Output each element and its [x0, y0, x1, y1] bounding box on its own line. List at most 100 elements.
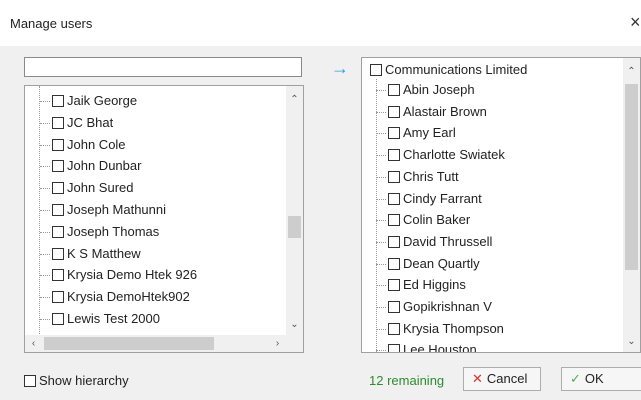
- user-checkbox[interactable]: [52, 247, 64, 260]
- close-icon[interactable]: ×: [630, 12, 641, 33]
- user-checkbox[interactable]: [388, 257, 400, 270]
- tree-branch: [376, 90, 386, 91]
- ok-button[interactable]: ✓ OK: [561, 367, 641, 391]
- tree-branch: [376, 263, 386, 265]
- user-row[interactable]: K S Matthew: [52, 243, 141, 264]
- ok-label: OK: [584, 371, 604, 386]
- tree-branch: [376, 176, 386, 178]
- cancel-label: Cancel: [486, 371, 528, 386]
- user-row[interactable]: Chris Tutt: [388, 166, 459, 187]
- tree-branch: [40, 144, 50, 146]
- vertical-scrollbar[interactable]: ⌃ ⌄: [623, 58, 640, 352]
- user-label: Krysia Demo Htek 926: [67, 267, 198, 283]
- user-row[interactable]: Krysia Demo Htek 926: [52, 264, 197, 285]
- user-row[interactable]: Joseph Thomas: [52, 221, 159, 242]
- tree-branch: [376, 111, 386, 113]
- user-checkbox[interactable]: [388, 322, 400, 335]
- user-checkbox[interactable]: [52, 116, 64, 129]
- user-row[interactable]: Amy Earl: [388, 122, 456, 143]
- scroll-thumb[interactable]: [288, 216, 301, 238]
- user-label: Jaik George: [67, 93, 138, 108]
- user-label: Alastair Brown: [403, 103, 487, 119]
- tree-branch: [40, 101, 50, 102]
- user-checkbox[interactable]: [388, 127, 400, 140]
- group-checkbox[interactable]: [370, 64, 382, 76]
- scroll-up-icon[interactable]: ⌃: [286, 94, 303, 105]
- tree-branch: [376, 328, 386, 330]
- selected-users-list[interactable]: Communications Limited Abin Joseph Alasta…: [361, 57, 641, 353]
- user-row[interactable]: Gopikrishnan V: [388, 296, 492, 317]
- user-checkbox[interactable]: [388, 105, 400, 118]
- tree-branch: [40, 275, 50, 277]
- tree-branch: [40, 319, 50, 320]
- user-checkbox[interactable]: [388, 84, 400, 96]
- user-row[interactable]: Lewis Test 2000: [52, 308, 160, 329]
- user-checkbox[interactable]: [52, 204, 64, 216]
- user-checkbox[interactable]: [52, 160, 64, 173]
- search-input[interactable]: [24, 57, 302, 77]
- user-checkbox[interactable]: [52, 95, 64, 107]
- scroll-up-icon[interactable]: ⌃: [623, 66, 640, 77]
- user-checkbox[interactable]: [52, 313, 64, 325]
- user-checkbox[interactable]: [388, 279, 400, 292]
- user-checkbox[interactable]: [388, 301, 400, 313]
- user-checkbox[interactable]: [52, 269, 64, 282]
- show-hierarchy-checkbox[interactable]: [24, 375, 36, 387]
- user-row[interactable]: John Dunbar: [52, 155, 141, 176]
- user-row[interactable]: Lee Houston: [388, 339, 477, 353]
- user-row[interactable]: Colin Baker: [388, 209, 470, 230]
- user-checkbox[interactable]: [388, 235, 400, 248]
- tree-branch: [376, 307, 386, 308]
- user-checkbox[interactable]: [388, 149, 400, 162]
- tree-branch: [376, 133, 386, 135]
- horizontal-scrollbar[interactable]: ‹ ›: [25, 335, 303, 352]
- user-row[interactable]: Dean Quartly: [388, 253, 480, 274]
- transfer-arrow-icon[interactable]: →: [331, 58, 349, 79]
- user-checkbox[interactable]: [52, 291, 64, 304]
- show-hierarchy-label: Show hierarchy: [39, 373, 129, 388]
- scroll-thumb[interactable]: [44, 337, 214, 350]
- user-row[interactable]: Charlotte Swiatek: [388, 144, 505, 165]
- show-hierarchy-toggle[interactable]: Show hierarchy: [24, 373, 129, 388]
- scroll-right-icon[interactable]: ›: [269, 335, 286, 352]
- user-checkbox[interactable]: [52, 138, 64, 151]
- group-row[interactable]: Communications Limited: [370, 59, 527, 80]
- user-label: Lee Houston: [403, 342, 477, 353]
- tree-branch: [40, 188, 50, 190]
- user-row[interactable]: Alastair Brown: [388, 101, 487, 122]
- user-checkbox[interactable]: [388, 170, 400, 183]
- tree-branch: [40, 297, 50, 299]
- user-row[interactable]: David Thrussell: [388, 231, 492, 252]
- user-row[interactable]: Ed Higgins: [388, 274, 466, 295]
- user-checkbox[interactable]: [388, 214, 400, 227]
- user-row[interactable]: Jaik George: [52, 90, 137, 111]
- cancel-button[interactable]: ✕ Cancel: [463, 367, 541, 391]
- user-checkbox[interactable]: [52, 182, 64, 195]
- user-row[interactable]: John Sured: [52, 177, 134, 198]
- vertical-scrollbar[interactable]: ⌃ ⌄: [286, 86, 303, 335]
- user-checkbox[interactable]: [388, 344, 400, 352]
- user-label: John Dunbar: [67, 158, 142, 174]
- user-row[interactable]: Cindy Farrant: [388, 188, 482, 209]
- user-row[interactable]: Krysia DemoHtek902: [52, 286, 190, 307]
- scroll-thumb[interactable]: [625, 84, 638, 270]
- user-label: Charlotte Swiatek: [403, 147, 505, 163]
- user-label: Lewis Test 2000: [67, 311, 160, 326]
- user-row[interactable]: Joseph Mathunni: [52, 199, 166, 220]
- user-row[interactable]: Krysia Thompson: [388, 318, 504, 339]
- tree-branch: [40, 210, 50, 211]
- user-row[interactable]: John Cole: [52, 134, 126, 155]
- user-checkbox[interactable]: [52, 225, 64, 238]
- scroll-left-icon[interactable]: ‹: [25, 335, 42, 352]
- user-checkbox[interactable]: [388, 192, 400, 205]
- tree-branch: [376, 285, 386, 287]
- user-row[interactable]: Abin Joseph: [388, 79, 475, 100]
- user-label: Dean Quartly: [403, 255, 480, 271]
- tree-branch: [376, 220, 386, 222]
- user-row[interactable]: JC Bhat: [52, 112, 113, 133]
- user-label: Abin Joseph: [403, 82, 475, 97]
- scroll-down-icon[interactable]: ⌄: [623, 336, 640, 347]
- scroll-down-icon[interactable]: ⌄: [286, 319, 303, 330]
- available-users-list[interactable]: Jaik George JC Bhat John Cole John Dunbar Jo…: [24, 85, 304, 353]
- cancel-icon: ✕: [472, 371, 483, 386]
